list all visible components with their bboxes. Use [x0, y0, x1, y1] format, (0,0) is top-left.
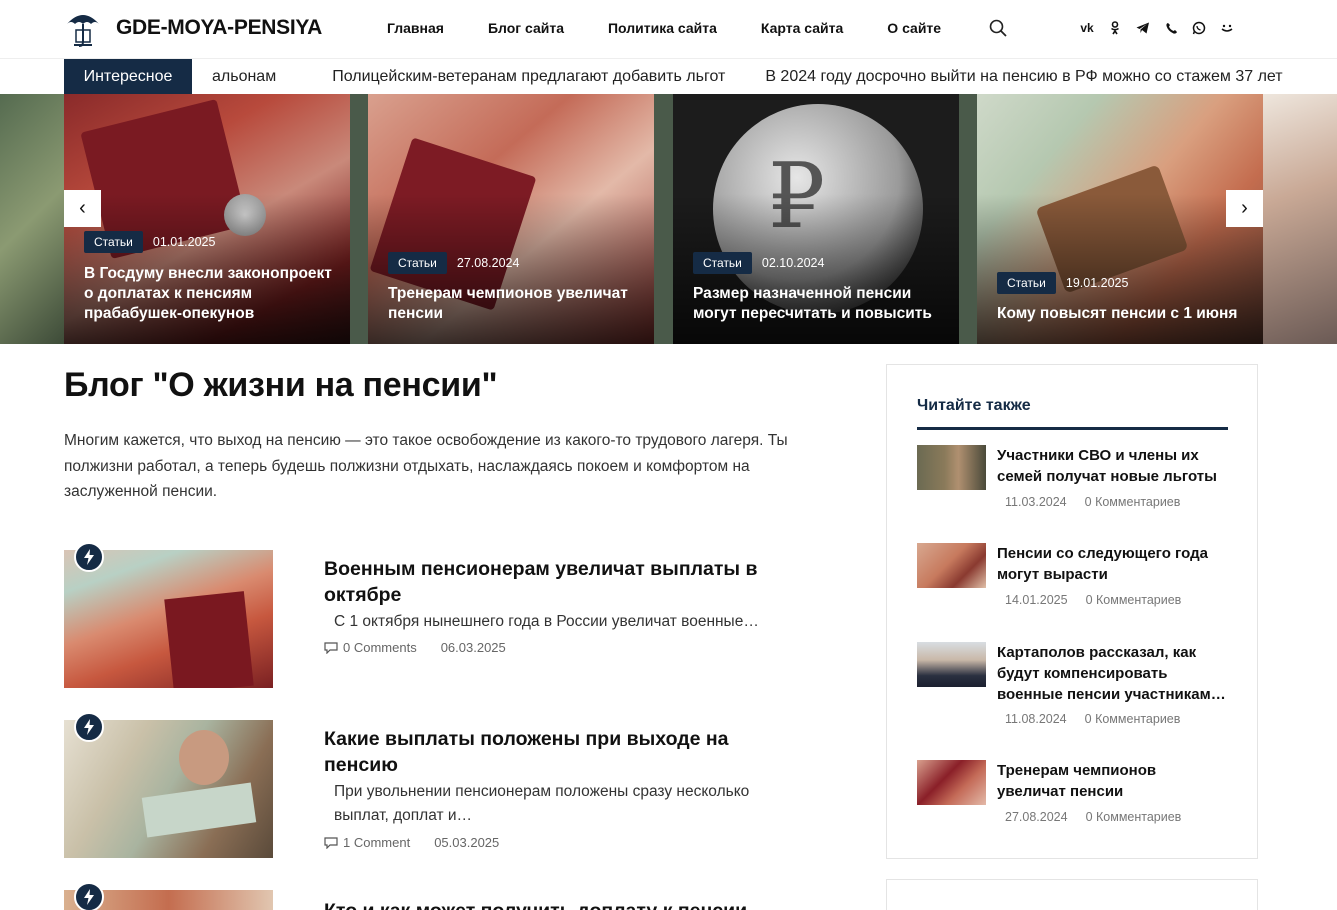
viber-icon[interactable]	[1164, 20, 1178, 36]
sidebar-item-date: 27.08.2024	[1005, 810, 1068, 824]
sidebar-heading: Читайте также	[917, 397, 1031, 414]
umbrella-logo-icon[interactable]	[64, 8, 102, 48]
news-ticker: Интересное альонам Полицейским-ветеранам…	[0, 58, 1337, 94]
sidebar-item-meta: 11.03.2024 0 Комментариев	[1005, 495, 1180, 509]
featured-slider: Статьи 01.01.2025 В Госдуму внесли закон…	[0, 94, 1337, 344]
nav-home[interactable]: Главная	[387, 20, 444, 36]
slide-date: 02.10.2024	[761, 256, 825, 270]
sidebar-thumbnail[interactable]	[917, 642, 986, 687]
slide[interactable]: Статьи 01.01.2025 В Госдуму внесли закон…	[64, 94, 350, 344]
sidebar-item-comments[interactable]: 0 Комментариев	[1086, 810, 1182, 824]
category-badge[interactable]: Статьи	[388, 252, 447, 274]
ticker-item[interactable]: В 2024 году досрочно выйти на пенсию в Р…	[765, 68, 1282, 86]
blog-intro: Многим кажется, что выход на пенсию — эт…	[64, 432, 788, 500]
sidebar-item-title[interactable]: Картаполов рассказал, как будут компенси…	[997, 642, 1228, 705]
post-card: Военным пенсионерам увеличат выплаты в о…	[64, 542, 784, 690]
site-logo-text[interactable]: GDE-MOYA-PENSIYA	[116, 16, 322, 40]
slider-next-button[interactable]: ›	[1226, 190, 1263, 227]
slide[interactable]: Статьи 27.08.2024 Тренерам чемпионов уве…	[368, 94, 654, 344]
blog-title: Блог "О жизни на пенсии"	[64, 366, 498, 404]
ticker-label: Интересное	[64, 59, 192, 94]
nav-policy[interactable]: Политика сайта	[608, 20, 717, 36]
telegram-icon[interactable]	[1136, 20, 1150, 36]
sidebar-item-title[interactable]: Пенсии со следующего года могут вырасти	[997, 543, 1228, 585]
sidebar-item-date: 14.01.2025	[1005, 593, 1068, 607]
odnoklassniki-icon[interactable]	[1108, 20, 1122, 36]
ticker-item[interactable]: альонам	[212, 68, 276, 86]
category-badge[interactable]: Статьи	[997, 272, 1056, 294]
sidebar-divider	[917, 427, 1228, 430]
moikrug-icon[interactable]	[1220, 20, 1234, 36]
whatsapp-icon[interactable]	[1192, 20, 1206, 36]
post-title[interactable]: Военным пенсионерам увеличат выплаты в о…	[324, 556, 774, 608]
slider-prev-button[interactable]: ‹	[64, 190, 101, 227]
post-excerpt: При увольнении пенсионерам положены сраз…	[334, 783, 750, 824]
post-comments[interactable]: 0 Comments	[343, 640, 417, 655]
post-excerpt: С 1 октября нынешнего года в России увел…	[334, 613, 759, 630]
post-meta: 1 Comment 05.03.2025	[324, 835, 499, 850]
sidebar-item-meta: 11.08.2024 0 Комментариев	[1005, 712, 1180, 726]
sidebar-item-date: 11.08.2024	[1005, 712, 1067, 726]
post-card: Какие выплаты положены при выходе на пен…	[64, 712, 784, 860]
post-comments[interactable]: 1 Comment	[343, 835, 410, 850]
sidebar-thumbnail[interactable]	[917, 445, 986, 490]
sidebar-item-comments[interactable]: 0 Комментариев	[1085, 712, 1181, 726]
main-nav: Главная Блог сайта Политика сайта Карта …	[387, 20, 985, 36]
ticker-track: альонам Полицейским-ветеранам предлагают…	[192, 59, 1303, 94]
slide-date: 01.01.2025	[152, 235, 216, 249]
sidebar-item-meta: 27.08.2024 0 Комментариев	[1005, 810, 1181, 824]
post-thumbnail[interactable]	[64, 720, 273, 858]
slide-title[interactable]: Размер назначенной пенсии могут пересчит…	[693, 284, 943, 324]
sidebar-item-comments[interactable]: 0 Комментариев	[1086, 593, 1182, 607]
slide[interactable]: ₽ Статьи 02.10.2024 Размер назначенной п…	[673, 94, 959, 344]
sidebar-item-date: 11.03.2024	[1005, 495, 1067, 509]
post-card: Кто и как может получить доплату к пенси…	[64, 882, 784, 910]
sidebar-thumbnail[interactable]	[917, 760, 986, 805]
site-header: GDE-MOYA-PENSIYA Главная Блог сайта Поли…	[0, 0, 1337, 58]
post-title[interactable]: Кто и как может получить доплату к пенси…	[324, 898, 774, 910]
ticker-item[interactable]: Полицейским-ветеранам предлагают добавит…	[332, 68, 725, 86]
post-title[interactable]: Какие выплаты положены при выходе на пен…	[324, 726, 774, 778]
social-links: vk	[1080, 20, 1234, 36]
post-date: 05.03.2025	[434, 835, 500, 850]
lightning-icon	[74, 882, 104, 910]
slide-title[interactable]: Кому повысят пенсии с 1 июня	[997, 304, 1247, 324]
category-badge[interactable]: Статьи	[84, 231, 143, 253]
nav-about[interactable]: О сайте	[887, 20, 941, 36]
slide-title[interactable]: В Госдуму внесли законопроект о доплатах…	[84, 264, 334, 324]
passport-shape	[164, 591, 254, 688]
slide-date: 27.08.2024	[456, 256, 520, 270]
sidebar-thumbnail[interactable]	[917, 543, 986, 588]
sidebar-item-comments[interactable]: 0 Комментариев	[1085, 495, 1181, 509]
nav-sitemap[interactable]: Карта сайта	[761, 20, 843, 36]
banknotes-shape	[141, 782, 257, 838]
sidebar-read-also: Читайте также Участники СВО и члены их с…	[886, 364, 1258, 859]
sidebar-item-title[interactable]: Участники СВО и члены их семей получат н…	[997, 445, 1228, 487]
slide-title[interactable]: Тренерам чемпионов увеличат пенсии	[388, 284, 638, 324]
slide[interactable]: Статьи 19.01.2025 Кому повысят пенсии с …	[977, 94, 1263, 344]
search-icon[interactable]	[989, 19, 1007, 37]
slide-date: 19.01.2025	[1065, 276, 1129, 290]
sidebar-item-meta: 14.01.2025 0 Комментариев	[1005, 593, 1181, 607]
comment-icon	[324, 836, 338, 849]
post-date: 06.03.2025	[440, 640, 506, 655]
nav-blog[interactable]: Блог сайта	[488, 20, 564, 36]
sidebar-item-title[interactable]: Тренерам чемпионов увеличат пенсии	[997, 760, 1228, 802]
post-thumbnail[interactable]	[64, 550, 273, 688]
slide-edge-right	[1262, 94, 1337, 344]
post-meta: 0 Comments 06.03.2025	[324, 640, 506, 655]
slide-edge-left	[0, 94, 64, 344]
category-badge[interactable]: Статьи	[693, 252, 752, 274]
person-head-shape	[179, 730, 229, 785]
lightning-icon	[74, 712, 104, 742]
lightning-icon	[74, 542, 104, 572]
vk-icon[interactable]: vk	[1080, 20, 1094, 36]
comment-icon	[324, 641, 338, 654]
sidebar-widget-next	[886, 879, 1258, 910]
